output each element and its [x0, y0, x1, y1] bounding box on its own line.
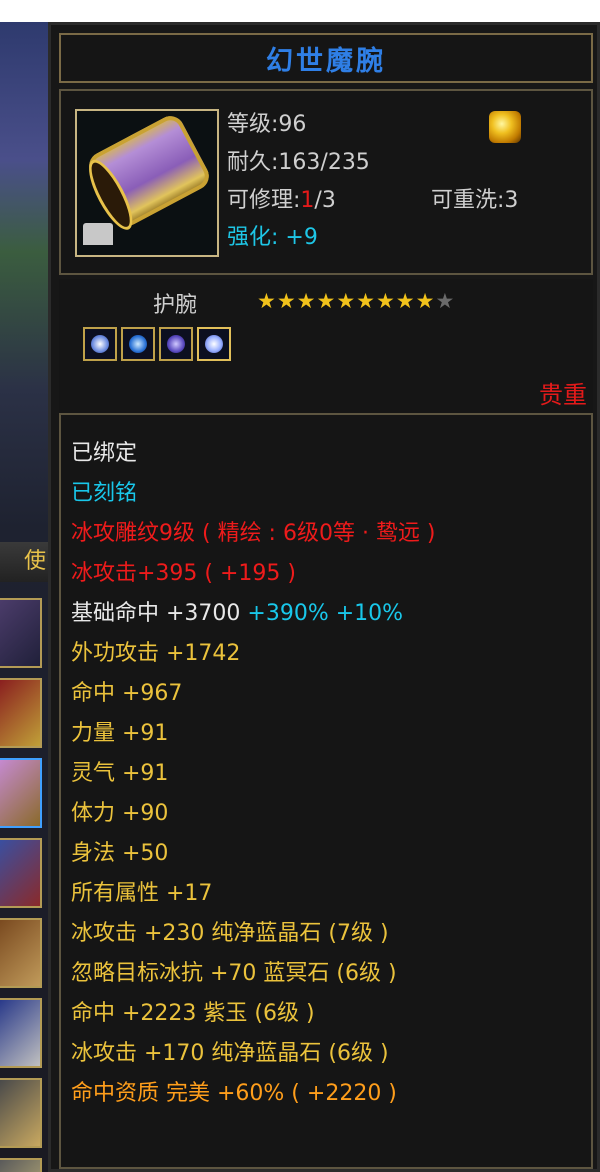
white-gem-icon: [197, 327, 231, 361]
repair-current: 1: [300, 188, 315, 213]
scene-sign: 使: [0, 542, 48, 582]
external-attack-stat: 外功攻击 +1742: [71, 641, 241, 666]
item-header-section: 等级:96 耐久:163/235 可修理:1/3 可重洗:3 强化: +9: [59, 89, 593, 275]
game-scene-backdrop: 使: [0, 22, 48, 1172]
item-tooltip: 幻世魔腕 等级:96 耐久:163/235 可修理:1/3 可重洗:3 强化: …: [48, 22, 600, 1172]
star-filled-icon: ★: [257, 289, 277, 313]
equipment-slot-7[interactable]: [0, 1078, 42, 1148]
equipment-slot-bracer[interactable]: [0, 758, 42, 828]
item-repairable: 可修理:1/3: [227, 189, 336, 213]
star-empty-icon: ★: [435, 289, 456, 313]
bind-lock-icon: [83, 223, 113, 245]
item-type-section: 护腕 ★★★★★★★★★★ 贵重: [59, 279, 593, 419]
ice-attack-stat: 冰攻击+395 ( +195 ): [71, 561, 296, 586]
item-icon: [75, 109, 219, 257]
precious-label: 贵重: [539, 381, 587, 409]
star-filled-icon: ★: [316, 289, 337, 313]
bracer-icon: [84, 111, 214, 231]
equipment-slot-2[interactable]: [0, 678, 42, 748]
bound-status: 已绑定: [71, 441, 138, 466]
equipment-slot-8[interactable]: [0, 1158, 42, 1172]
equipment-slot-1[interactable]: [0, 598, 42, 668]
stamina-stat: 体力 +90: [71, 801, 169, 826]
item-level: 等级:96: [227, 112, 307, 137]
agility-stat: 身法 +50: [71, 841, 169, 866]
star-filled-icon: ★: [395, 289, 416, 313]
repair-suffix: /3: [314, 188, 336, 213]
star-filled-icon: ★: [336, 289, 357, 313]
equipment-slot-6[interactable]: [0, 998, 42, 1068]
strength-stat: 力量 +91: [71, 721, 169, 746]
item-type: 护腕: [153, 293, 198, 318]
attribute-section: 已绑定 已刻铭 冰攻雕纹9级 ( 精绘 : 6级0等 · 鸷远 ) 冰攻击+39…: [59, 413, 593, 1169]
item-name: 幻世魔腕: [266, 45, 386, 77]
star-filled-icon: ★: [276, 289, 297, 313]
equipment-slot-5[interactable]: [0, 918, 42, 988]
star-filled-icon: ★: [356, 289, 376, 313]
star-filled-icon: ★: [296, 289, 317, 313]
engrave-detail: 冰攻雕纹9级 ( 精绘 : 6级0等 · 鸷远 ): [71, 521, 436, 546]
item-rewash: 可重洗:3: [431, 188, 519, 213]
gold-fortune-icon: [489, 111, 521, 143]
hit-stat: 命中 +967: [71, 681, 183, 706]
white-blue-gem-icon: [83, 327, 117, 361]
base-hit-bonus: +390% +10%: [247, 601, 404, 626]
gem-stat-1: 冰攻击 +230 纯净蓝晶石 (7级 ): [71, 921, 389, 946]
purple-gem-icon: [159, 327, 193, 361]
spirit-stat: 灵气 +91: [71, 761, 169, 786]
item-strengthen: 强化: +9: [227, 225, 318, 250]
star-rating: ★★★★★★★★★★: [257, 289, 455, 313]
base-hit-stat: 基础命中 +3700 +390% +10%: [71, 601, 403, 627]
blue-gem-icon: [121, 327, 155, 361]
repair-prefix: 可修理:: [227, 188, 301, 213]
gem-stat-2: 忽略目标冰抗 +70 蓝冥石 (6级 ): [71, 961, 397, 986]
star-filled-icon: ★: [415, 289, 436, 313]
item-title-bar: 幻世魔腕: [59, 33, 593, 83]
base-hit-label: 基础命中 +3700: [71, 601, 241, 626]
gem-stat-3: 命中 +2223 紫玉 (6级 ): [71, 1001, 315, 1026]
hit-aptitude-stat: 命中资质 完美 +60% ( +2220 ): [71, 1081, 397, 1106]
all-attributes-stat: 所有属性 +17: [71, 881, 213, 906]
socket-gems: [83, 327, 231, 361]
gem-stat-4: 冰攻击 +170 纯净蓝晶石 (6级 ): [71, 1041, 389, 1066]
engraved-status: 已刻铭: [71, 481, 138, 506]
star-filled-icon: ★: [375, 289, 396, 313]
item-durability: 耐久:163/235: [227, 150, 370, 175]
equipment-slot-4[interactable]: [0, 838, 42, 908]
